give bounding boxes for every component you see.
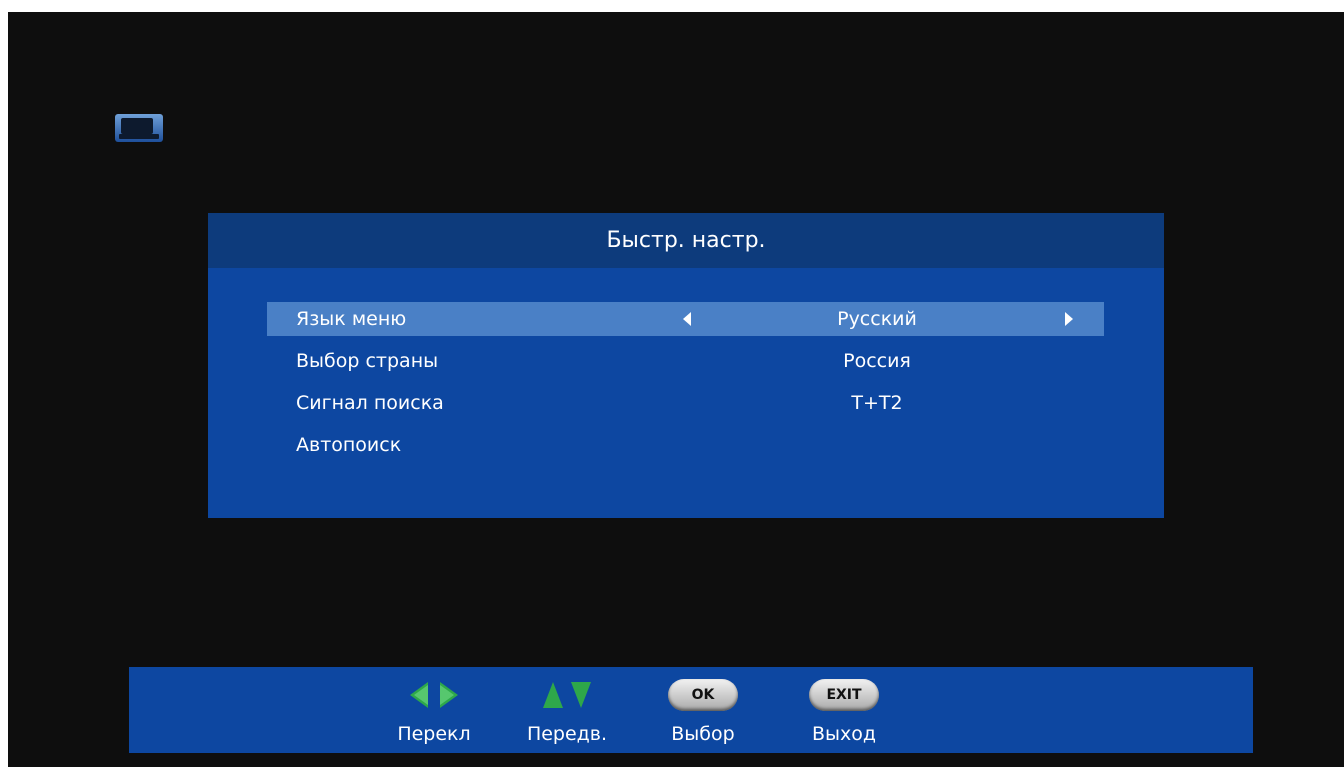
hint-exit: EXIT Выход bbox=[784, 667, 904, 753]
hint-label: Выход bbox=[811, 723, 877, 745]
left-right-arrows-icon bbox=[410, 682, 458, 708]
ok-button-icon: OK bbox=[643, 679, 763, 711]
key-hints-bar: Перекл Передв. OK Выбор EXIT Выход bbox=[129, 667, 1253, 753]
hint-label: Перекл bbox=[397, 723, 471, 745]
arrow-left-icon[interactable] bbox=[681, 312, 693, 326]
menu-row-language[interactable]: Язык меню Русский bbox=[267, 302, 1104, 336]
hint-select: OK Выбор bbox=[643, 667, 763, 753]
quick-setup-panel: Быстр. настр. Язык меню Русский Выбор ст… bbox=[208, 213, 1164, 518]
tv-icon bbox=[115, 114, 163, 142]
hint-switch: Перекл bbox=[374, 667, 494, 753]
menu-row-label: Выбор страны bbox=[296, 350, 439, 372]
hint-label: Передв. bbox=[526, 723, 608, 745]
ok-button-text: OK bbox=[668, 679, 738, 711]
arrow-right-icon[interactable] bbox=[1063, 312, 1075, 326]
menu-row-value: Россия bbox=[843, 350, 911, 372]
panel-title: Быстр. настр. bbox=[208, 213, 1164, 268]
menu-row-label: Сигнал поиска bbox=[296, 392, 444, 414]
hint-label: Выбор bbox=[671, 723, 735, 745]
hint-move: Передв. bbox=[507, 667, 627, 753]
menu-row-value: T+T2 bbox=[851, 392, 903, 414]
up-down-arrows-icon bbox=[543, 682, 591, 708]
menu-row-value: Русский bbox=[837, 308, 917, 330]
menu-row-search-signal[interactable]: Сигнал поиска T+T2 bbox=[267, 386, 1104, 420]
menu-row-label: Язык меню bbox=[296, 308, 407, 330]
exit-button-text: EXIT bbox=[809, 679, 879, 711]
exit-button-icon: EXIT bbox=[784, 679, 904, 711]
menu-row-autosearch[interactable]: Автопоиск bbox=[267, 428, 1104, 462]
menu-row-label: Автопоиск bbox=[296, 434, 402, 456]
tv-screen: Быстр. настр. Язык меню Русский Выбор ст… bbox=[8, 12, 1344, 767]
menu-row-country[interactable]: Выбор страны Россия bbox=[267, 344, 1104, 378]
